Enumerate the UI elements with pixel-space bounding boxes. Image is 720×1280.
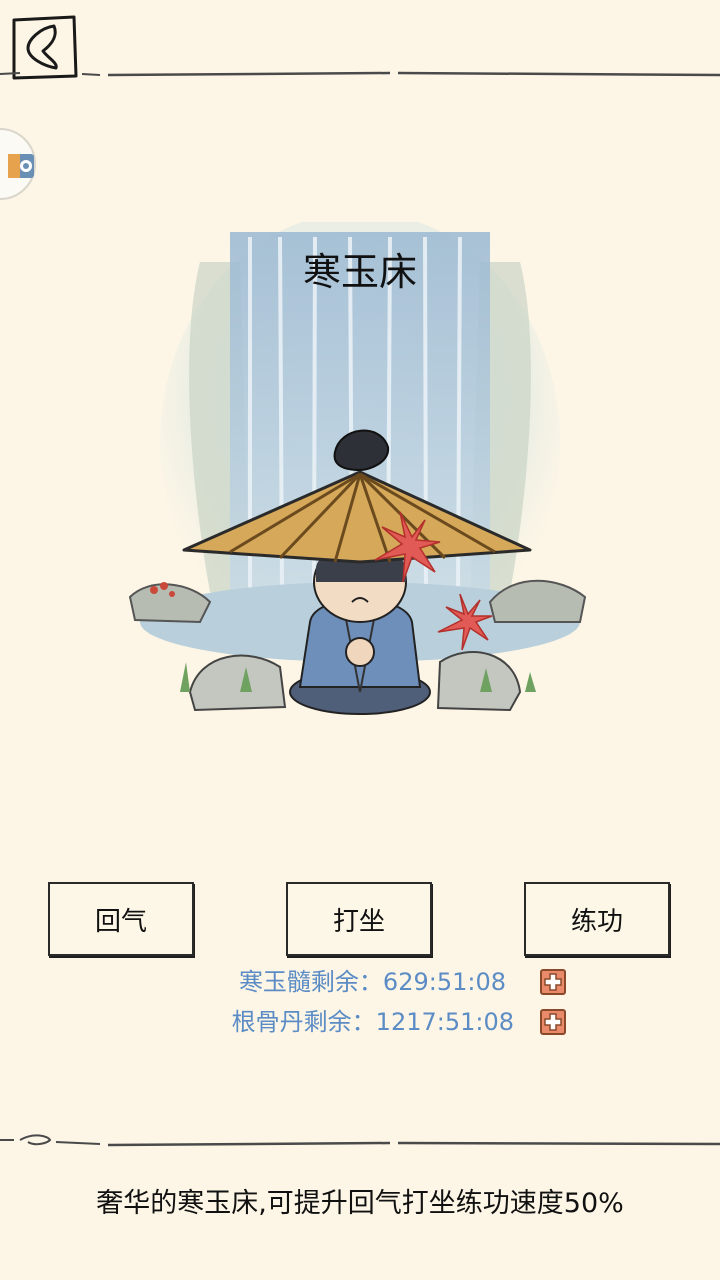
timer-text: 根骨丹剩余：1217:51:08 <box>231 1008 514 1036</box>
item-description: 奢华的寒玉床,可提升回气打坐练功速度50% <box>96 1188 624 1219</box>
plus-icon <box>544 1013 562 1031</box>
scene-illustration <box>128 222 587 715</box>
top-divider <box>0 71 720 77</box>
timer-text: 寒玉髓剩余：629:51:08 <box>238 968 506 996</box>
recover-qi-button[interactable]: 回气 <box>48 882 194 956</box>
bottom-divider <box>0 1134 720 1147</box>
meditate-button[interactable]: 打坐 <box>286 882 432 956</box>
side-badge[interactable] <box>0 128 36 200</box>
timer-row-bone-pill: 根骨丹剩余：1217:51:08 <box>0 1002 720 1042</box>
train-button[interactable]: 练功 <box>524 882 670 956</box>
add-bone-pill-button[interactable] <box>540 1009 566 1035</box>
app-badge-icon <box>8 154 34 178</box>
scene-title: 寒玉床 <box>302 250 417 294</box>
timer-row-jade-marrow: 寒玉髓剩余：629:51:08 <box>0 962 720 1002</box>
plus-icon <box>544 973 562 991</box>
add-jade-marrow-button[interactable] <box>540 969 566 995</box>
